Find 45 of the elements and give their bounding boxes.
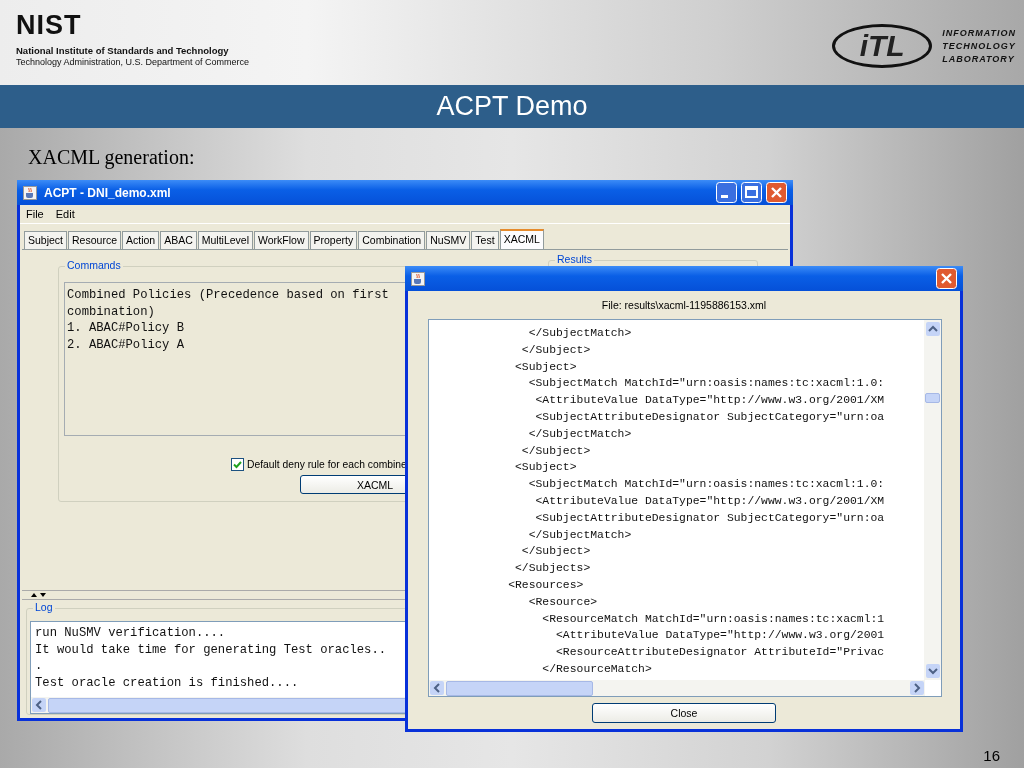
group-legend: Results [555,253,594,265]
code-line: <Subject> [514,359,577,375]
code-line: <SubjectMatch MatchId="urn:oasis:names:tc:xacml:1.0: [527,477,885,493]
code-line: <AttributeValue DataType="http://www.w3.org/2001/XM [534,493,885,509]
file-label: File: results\xacml-1195886153.xml [601,299,767,311]
group-legend: Log [33,601,55,613]
lab-logo-mark: iTL [859,31,905,61]
code-line: <Resources> [507,577,584,593]
code-line: </SubjectMatch> [527,426,632,442]
group-legend: Commands [65,259,123,271]
slide-caption: XACML generation: [27,145,196,169]
code-line: </Subjects> [514,561,591,577]
code-line: </Subject> [520,544,591,560]
text-line: 2. ABAC#Policy A [67,336,185,353]
checkbox-label: Default deny rule for each combine [247,459,407,470]
log-line: Test oracle creation is finished.... [35,674,299,691]
code-line: <SubjectMatch MatchId="urn:oasis:names:tc:xacml:1.0: [527,376,885,392]
logo-subtitle: National Institute of Standards and Technology [16,45,230,56]
code-line: </Subject> [520,443,591,459]
window-title: ACPT - DNI_demo.xml [44,185,171,200]
code-line: </ResourceMatch> [541,661,652,677]
code-line: <ResourceMatch MatchId="urn:oasis:names:tc:xacml:1 [541,611,885,627]
lab-name-line: LABORATORY [942,52,1016,66]
log-line: run NuSMV verification.... [35,625,226,642]
logo-wordmark: NIST [16,12,83,38]
text-line: Combined Policies (Precedence based on first [67,287,389,304]
page-number: 16 [983,747,1000,764]
code-line: <SubjectAttributeDesignator SubjectCategory="urn:oa [534,510,885,526]
text-line: combination) [67,303,155,320]
code-line: </Subject> [520,342,591,358]
slide-title: ACPT Demo [436,91,588,122]
code-line: </SubjectMatch> [527,326,632,341]
code-line: <AttributeValue DataType="http://www.w3.org/2001 [555,628,885,644]
lab-name-line: TECHNOLOGY [942,39,1016,53]
code-line: <Subject> [514,460,577,476]
log-line: . [35,658,43,675]
log-line: It would take time for generating Test oracles.. [35,641,387,658]
text-line: 1. ABAC#Policy B [67,320,185,337]
lab-name-line: INFORMATION [942,26,1016,40]
code-line: <SubjectAttributeDesignator SubjectCategory="urn:oa [534,410,885,425]
logo-subtitle: Technology Administration, U.S. Department of Commerce [16,57,250,67]
code-line: <Resource> [527,594,598,610]
code-line: </SubjectMatch> [527,527,632,543]
code-line: <ResourceAttributeDesignator AttributeId="Privac [555,645,885,661]
code-line: <AttributeValue DataType="http://www.w3.org/2001/XM [534,393,885,409]
